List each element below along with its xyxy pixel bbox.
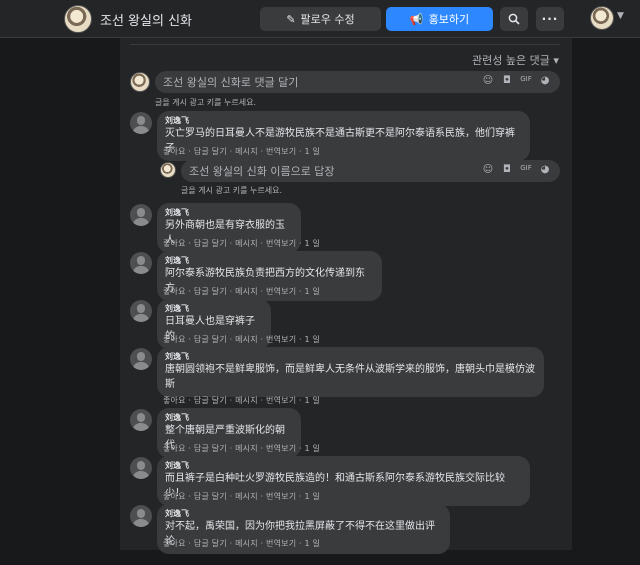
commenter-avatar[interactable]	[130, 409, 152, 431]
gif-icon[interactable]: GIF	[519, 164, 533, 175]
comment-author[interactable]: 刘逸飞	[165, 508, 442, 519]
comment-bubble: 刘逸飞 唐朝圆领袍不是鲜卑服饰，而是鲜卑人无条件从波斯学来的服饰，唐朝头巾是模仿…	[157, 347, 544, 397]
comment-sort-dropdown[interactable]: 관련성 높은 댓글 ▾	[472, 52, 559, 68]
composer-avatar	[130, 72, 150, 92]
comment-author[interactable]: 刘逸飞	[165, 207, 293, 218]
commenter-avatar[interactable]	[130, 112, 152, 134]
search-icon	[508, 13, 520, 25]
reply-hint: 글을 게시 광고 키를 누르세요.	[181, 186, 283, 195]
comment-author[interactable]: 刘逸飞	[165, 460, 522, 471]
input-icons: ☺ ◘ GIF ◕	[481, 75, 552, 86]
promote-label: 홍보하기	[428, 13, 470, 26]
reply-input-placeholder: 조선 왕실의 신화 이름으로 답장	[189, 165, 335, 178]
comment-author[interactable]: 刘逸飞	[165, 115, 522, 126]
page-title[interactable]: 조선 왕실의 신화	[100, 10, 192, 29]
commenter-avatar[interactable]	[130, 252, 152, 274]
camera-icon[interactable]: ◘	[500, 164, 514, 175]
sticker-icon[interactable]: ◕	[538, 164, 552, 175]
comment-text-line-1: 唐朝圆领袍不是鲜卑服饰，而是鲜卑人无条件从波斯学来的服饰，唐朝头巾是模仿波	[165, 364, 535, 375]
commenter-avatar[interactable]	[130, 300, 152, 322]
chevron-down-icon[interactable]: ▼	[617, 11, 624, 21]
comment-actions[interactable]: 좋아요 · 답글 달기 · 메시지 · 번역보기 · 1 일	[163, 238, 320, 249]
pencil-icon: ✎	[286, 12, 296, 26]
comment-actions[interactable]: 좋아요 · 답글 달기 · 메시지 · 번역보기 · 1 일	[163, 146, 320, 157]
edit-follow-label: 팔로우 수정	[300, 13, 355, 26]
comment-actions[interactable]: 좋아요 · 답글 달기 · 메시지 · 번역보기 · 1 일	[163, 538, 320, 549]
search-button[interactable]	[500, 7, 528, 31]
reply-input[interactable]: 조선 왕실의 신화 이름으로 답장 ☺ ◘ GIF ◕	[181, 160, 560, 182]
emoji-icon[interactable]: ☺	[481, 164, 495, 175]
comment-actions[interactable]: 좋아요 · 답글 달기 · 메시지 · 번역보기 · 1 일	[163, 286, 320, 297]
comment-input[interactable]: 조선 왕실의 신화로 댓글 달기 ☺ ◘ GIF ◕	[155, 71, 560, 93]
comment-text-line-2: 斯	[165, 379, 175, 390]
top-bar: 조선 왕실의 신화 ✎ 팔로우 수정 📢 홍보하기 ··· ▼	[0, 0, 640, 38]
promote-button[interactable]: 📢 홍보하기	[386, 7, 493, 31]
camera-icon[interactable]: ◘	[500, 75, 514, 86]
account-avatar[interactable]	[590, 6, 614, 30]
comment-author[interactable]: 刘逸飞	[165, 412, 293, 423]
comment-actions[interactable]: 좋아요 · 답글 달기 · 메시지 · 번역보기 · 1 일	[163, 395, 320, 406]
gif-icon[interactable]: GIF	[519, 75, 533, 86]
comment-author[interactable]: 刘逸飞	[165, 351, 536, 362]
comment-actions[interactable]: 좋아요 · 답글 달기 · 메시지 · 번역보기 · 1 일	[163, 334, 320, 345]
comment-author[interactable]: 刘逸飞	[165, 303, 263, 314]
composer-hint: 글을 게시 광고 키를 누르세요.	[155, 98, 257, 107]
commenter-avatar[interactable]	[130, 204, 152, 226]
commenter-avatar[interactable]	[130, 348, 152, 370]
more-options-button[interactable]: ···	[536, 7, 564, 31]
divider	[130, 44, 560, 45]
reply-composer-avatar	[160, 162, 176, 178]
sticker-icon[interactable]: ◕	[538, 75, 552, 86]
comment-author[interactable]: 刘逸飞	[165, 255, 374, 266]
commenter-avatar[interactable]	[130, 457, 152, 479]
comment-actions[interactable]: 좋아요 · 답글 달기 · 메시지 · 번역보기 · 1 일	[163, 443, 320, 454]
emoji-icon[interactable]: ☺	[481, 75, 495, 86]
edit-follow-button[interactable]: ✎ 팔로우 수정	[260, 7, 381, 31]
comment-input-placeholder: 조선 왕실의 신화로 댓글 달기	[163, 76, 299, 89]
megaphone-icon: 📢	[409, 12, 424, 26]
commenter-avatar[interactable]	[130, 505, 152, 527]
reply-input-icons: ☺ ◘ GIF ◕	[481, 164, 552, 175]
page-avatar[interactable]	[64, 5, 92, 33]
comment-actions[interactable]: 좋아요 · 답글 달기 · 메시지 · 번역보기 · 1 일	[163, 491, 320, 502]
